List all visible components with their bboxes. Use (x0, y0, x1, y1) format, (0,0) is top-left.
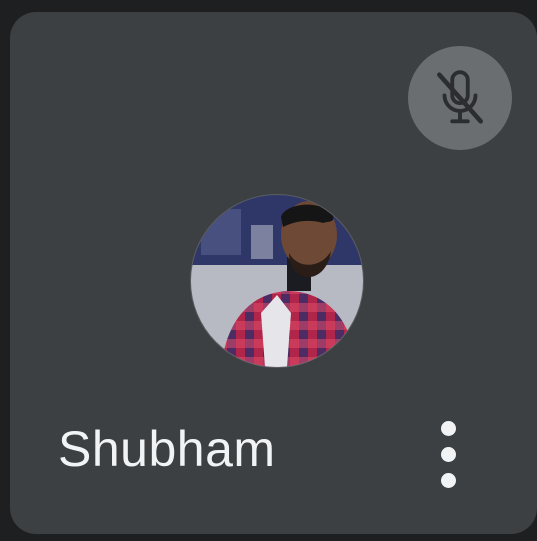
more-vert-icon (440, 420, 456, 436)
mic-muted-indicator (408, 46, 512, 150)
participant-tile: Shubham (10, 12, 537, 534)
mic-off-icon (437, 70, 483, 124)
avatar (190, 194, 364, 368)
more-vert-icon-dot (440, 472, 456, 488)
more-vert-icon-dot (440, 446, 456, 462)
avatar-photo (191, 195, 363, 367)
participant-name: Shubham (58, 421, 276, 477)
more-options-button[interactable] (416, 412, 480, 496)
